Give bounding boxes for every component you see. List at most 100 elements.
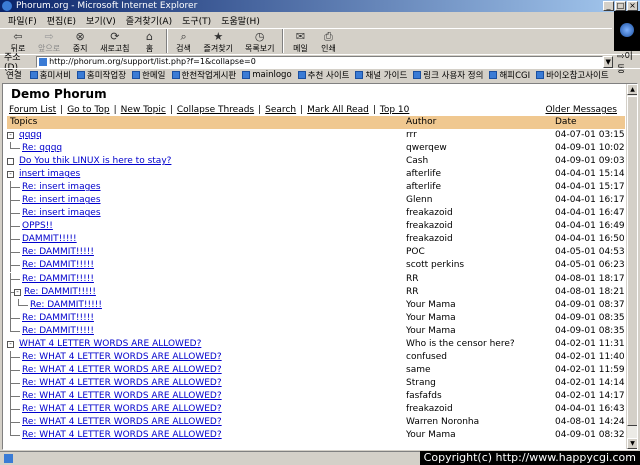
nav-top-10[interactable]: Top 10 — [380, 105, 410, 115]
link-item[interactable]: 홈미작업장 — [76, 69, 126, 81]
refresh-button[interactable]: ⟳ 새로고침 — [94, 29, 135, 55]
window-controls: _ □ × — [603, 1, 638, 11]
search-icon: ⌕ — [180, 30, 187, 43]
message-date: 04-02-01 11:40 — [555, 351, 625, 362]
message-topic-link[interactable]: Do You thik LINUX is here to stay? — [19, 155, 171, 168]
link-item[interactable]: 한천작업게시판 — [171, 69, 236, 81]
menu-file[interactable]: 파일(F) — [8, 14, 37, 27]
nav-mark-all-read[interactable]: Mark All Read — [307, 105, 369, 115]
stop-button[interactable]: ⊗ 중지 — [66, 29, 94, 55]
table-row: - Re: DAMMIT!!!!! RR 04-08-01 18:21 — [7, 285, 625, 299]
menu-view[interactable]: 보기(V) — [86, 14, 116, 27]
collapse-thread-icon[interactable]: - — [14, 288, 21, 296]
message-topic-link[interactable]: Re: DAMMIT!!!!! — [22, 273, 94, 286]
message-list: - qqqq rrr 04-07-01 03:15 Re: qqqq qwerqew 04-… — [7, 129, 625, 442]
print-icon: ⎙ — [324, 30, 333, 43]
message-topic-link[interactable]: Re: DAMMIT!!!!! — [30, 299, 102, 312]
menu-favorites[interactable]: 즐겨찾기(A) — [126, 14, 172, 27]
message-topic-link[interactable]: Re: insert images — [22, 207, 101, 220]
minimize-button[interactable]: _ — [603, 1, 614, 11]
message-topic-link[interactable]: Re: DAMMIT!!!!! — [22, 246, 94, 259]
link-item[interactable]: 홈미서비 — [29, 69, 71, 81]
link-item[interactable]: mainlogo — [242, 70, 292, 80]
message-topic-link[interactable]: insert images — [19, 168, 80, 181]
message-date: 04-07-01 03:15 — [555, 130, 625, 140]
message-date: 04-09-01 08:35 — [555, 325, 625, 336]
collapse-thread-icon[interactable]: - — [7, 132, 14, 139]
message-topic-link[interactable]: Re: DAMMIT!!!!! — [22, 312, 94, 325]
tree-horizontal-line — [10, 187, 20, 189]
home-icon: ⌂ — [146, 30, 154, 43]
message-topic-link[interactable]: qqqq — [19, 129, 42, 142]
message-author: Cash — [406, 156, 429, 167]
message-topic-link[interactable]: Re: WHAT 4 LETTER WORDS ARE ALLOWED? — [22, 416, 222, 429]
address-dropdown-button[interactable]: ▼ — [603, 55, 613, 68]
link-item[interactable]: 링크 사용자 정의 — [413, 69, 483, 81]
nav-forum-list[interactable]: Forum List — [9, 105, 56, 115]
message-topic-link[interactable]: Re: WHAT 4 LETTER WORDS ARE ALLOWED? — [22, 390, 222, 403]
table-row: - insert images afterlife 04-04-01 15:14 — [7, 168, 625, 181]
message-topic-link[interactable]: Re: WHAT 4 LETTER WORDS ARE ALLOWED? — [22, 377, 222, 390]
close-button[interactable]: × — [627, 1, 638, 11]
history-button[interactable]: ◷ 목록보기 — [239, 29, 280, 55]
message-topic-link[interactable]: DAMMIT!!!!! — [22, 233, 77, 246]
menu-bar: 파일(F) 편집(E) 보기(V) 즐겨찾기(A) 도구(T) 도움말(H) — [0, 11, 640, 51]
message-topic-link[interactable]: Re: DAMMIT!!!!! — [22, 325, 94, 338]
link-item[interactable]: 해피CGI — [489, 69, 530, 81]
vertical-scrollbar[interactable]: ▲ ▼ — [626, 84, 637, 449]
message-topic-link[interactable]: Re: insert images — [22, 181, 101, 194]
tree-horizontal-line — [10, 382, 20, 384]
favorites-button[interactable]: ★ 즐겨찾기 — [198, 29, 239, 55]
print-button[interactable]: ⎙ 인쇄 — [314, 29, 342, 55]
nav-new-topic[interactable]: New Topic — [121, 105, 166, 115]
link-item[interactable]: 바이오참고사이트 — [536, 69, 609, 81]
nav-separator: | — [300, 105, 304, 115]
page-icon — [536, 71, 545, 79]
link-item[interactable]: 한메일 — [132, 69, 166, 81]
search-button[interactable]: ⌕ 검색 — [170, 29, 198, 55]
collapse-thread-icon[interactable]: - — [7, 340, 14, 348]
nav-go-to-top[interactable]: Go to Top — [67, 105, 109, 115]
message-topic-link[interactable]: WHAT 4 LETTER WORDS ARE ALLOWED? — [19, 338, 201, 351]
scroll-thumb[interactable] — [627, 96, 637, 426]
message-topic-link[interactable]: Re: WHAT 4 LETTER WORDS ARE ALLOWED? — [22, 364, 222, 377]
tree-horizontal-line — [10, 148, 20, 150]
message-topic-link[interactable]: Re: qqqq — [22, 142, 62, 155]
menu-tools[interactable]: 도구(T) — [182, 14, 211, 27]
home-button[interactable]: ⌂ 홈 — [136, 29, 164, 55]
nav-search[interactable]: Search — [265, 105, 296, 115]
message-topic-link[interactable]: Re: WHAT 4 LETTER WORDS ARE ALLOWED? — [22, 429, 222, 442]
mail-button[interactable]: ✉ 메일 — [286, 29, 314, 55]
maximize-button[interactable]: □ — [615, 1, 626, 11]
menu-edit[interactable]: 편집(E) — [47, 14, 76, 27]
older-messages-link[interactable]: Older Messages — [545, 105, 617, 115]
message-topic-link[interactable]: OPPS!! — [22, 220, 53, 233]
window-title: Phorum.org - Microsoft Internet Explorer — [16, 1, 198, 11]
message-author: freakazoid — [406, 208, 453, 219]
link-item[interactable]: 추천 사이트 — [297, 69, 349, 81]
address-input[interactable]: http://phorum.org/support/list.php?f=1&c… — [36, 55, 604, 68]
tree-horizontal-line — [10, 395, 20, 397]
message-date: 04-04-01 16:50 — [555, 234, 625, 245]
mail-icon: ✉ — [295, 30, 306, 43]
page-icon — [489, 71, 498, 79]
message-topic-link[interactable]: Re: DAMMIT!!!!! — [24, 286, 96, 299]
nav-collapse-threads[interactable]: Collapse Threads — [177, 105, 254, 115]
link-item[interactable]: 채널 가이드 — [355, 69, 407, 81]
forward-button[interactable]: ⇨ 앞으로 — [32, 29, 66, 55]
header-author: Author — [406, 117, 437, 127]
message-topic-link[interactable]: Re: WHAT 4 LETTER WORDS ARE ALLOWED? — [22, 403, 222, 416]
table-row: Re: WHAT 4 LETTER WORDS ARE ALLOWED? Warr… — [7, 416, 625, 430]
menu-help[interactable]: 도움말(H) — [221, 14, 260, 27]
message-date: 04-04-01 16:49 — [555, 221, 625, 232]
scroll-up-button[interactable]: ▲ — [627, 84, 637, 95]
scroll-down-button[interactable]: ▼ — [627, 438, 637, 449]
collapse-thread-icon[interactable]: - — [7, 171, 14, 179]
message-topic-link[interactable]: Re: DAMMIT!!!!! — [22, 259, 94, 272]
window-titlebar: Phorum.org - Microsoft Internet Explorer… — [0, 0, 640, 12]
message-topic-link[interactable]: Re: insert images — [22, 194, 101, 207]
tree-horizontal-line — [18, 304, 28, 306]
nav-separator: | — [60, 105, 64, 115]
message-author: same — [406, 364, 431, 375]
message-topic-link[interactable]: Re: WHAT 4 LETTER WORDS ARE ALLOWED? — [22, 351, 222, 364]
